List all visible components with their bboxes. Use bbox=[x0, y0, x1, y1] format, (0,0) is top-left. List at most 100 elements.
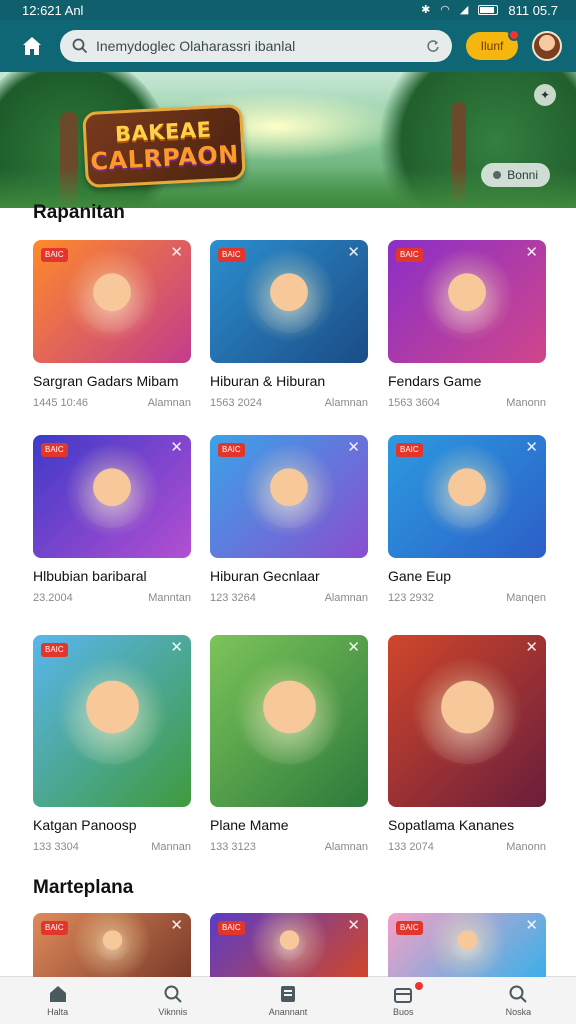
game-author: Manqen bbox=[506, 592, 546, 604]
game-thumbnail[interactable]: BAIC ✕ bbox=[388, 913, 546, 977]
notification-dot bbox=[414, 982, 423, 990]
status-icons: ✱ ◠ ◢ 811 05.7 bbox=[421, 3, 558, 18]
game-character-art bbox=[94, 925, 130, 961]
game-author: Alamnan bbox=[147, 397, 191, 409]
banner-close-icon[interactable]: ✦ bbox=[534, 84, 556, 106]
game-card[interactable]: BAIC ✕ Hiburan Gecnlaar 123 3264 Alamnan bbox=[210, 435, 368, 604]
close-icon[interactable]: ✕ bbox=[347, 245, 360, 260]
game-author: Mannan bbox=[151, 841, 191, 853]
game-card[interactable]: BAIC ✕ bbox=[33, 913, 191, 977]
game-character-art bbox=[78, 459, 146, 528]
game-author: Alamnan bbox=[324, 397, 368, 409]
game-title: Hiburan Gecnlaar bbox=[210, 568, 320, 584]
game-character-art bbox=[433, 459, 501, 528]
close-icon[interactable]: ✕ bbox=[170, 918, 183, 933]
game-logo: BAKEAE CALRPAON bbox=[82, 103, 246, 189]
game-card[interactable]: BAIC ✕ Hiburan & Hiburan 1563 2024 Alamnan bbox=[210, 240, 368, 409]
close-icon[interactable]: ✕ bbox=[525, 918, 538, 933]
close-icon[interactable]: ✕ bbox=[170, 245, 183, 260]
game-card[interactable]: ✕ Sopatlama Kananes 133 2074 Manonn bbox=[388, 635, 546, 853]
game-thumbnail[interactable]: ✕ bbox=[388, 635, 546, 807]
nav-item-search[interactable]: Viknnis bbox=[115, 977, 230, 1024]
game-badge: BAIC bbox=[218, 443, 245, 457]
game-meta: 1563 2024 Alamnan bbox=[210, 397, 368, 409]
game-thumbnail[interactable]: BAIC ✕ bbox=[33, 913, 191, 977]
home-icon bbox=[49, 986, 66, 1002]
status-bar: 12:621 Anl ✱ ◠ ◢ 811 05.7 bbox=[0, 0, 576, 20]
game-title: Sargran Gadars Mibam bbox=[33, 373, 179, 389]
close-icon[interactable]: ✕ bbox=[347, 918, 360, 933]
game-thumbnail[interactable]: BAIC ✕ bbox=[33, 240, 191, 363]
game-meta: 123 3264 Alamnan bbox=[210, 592, 368, 604]
game-character-art bbox=[255, 459, 323, 528]
close-icon[interactable]: ✕ bbox=[170, 440, 183, 455]
game-date: 123 3264 bbox=[210, 592, 256, 604]
nav-label: Viknnis bbox=[158, 1007, 188, 1017]
game-date: 1445 10:46 bbox=[33, 397, 89, 409]
game-title: Katgan Panoosp bbox=[33, 817, 137, 833]
game-character-art bbox=[271, 925, 307, 961]
game-date: 1563 3604 bbox=[388, 397, 440, 409]
game-thumbnail[interactable]: BAIC ✕ bbox=[33, 635, 191, 807]
game-character-art bbox=[433, 264, 501, 333]
game-card[interactable]: BAIC ✕ Sargran Gadars Mibam 1445 10:46 Alamn… bbox=[33, 240, 191, 409]
game-thumbnail[interactable]: BAIC ✕ bbox=[388, 240, 546, 363]
nav-item-wallet[interactable]: Anannant bbox=[230, 977, 345, 1024]
close-icon[interactable]: ✕ bbox=[347, 640, 360, 655]
game-character-art bbox=[419, 669, 515, 765]
close-icon[interactable]: ✕ bbox=[347, 440, 360, 455]
game-author: Manntan bbox=[148, 592, 191, 604]
coin-button[interactable]: Ilunf bbox=[466, 29, 520, 60]
game-card[interactable]: BAIC ✕ Hlbubian baribaral 23.2004 Manntan bbox=[33, 435, 191, 604]
game-thumbnail[interactable]: BAIC ✕ bbox=[210, 913, 368, 977]
game-thumbnail[interactable]: BAIC ✕ bbox=[33, 435, 191, 558]
game-card[interactable]: BAIC ✕ Katgan Panoosp 133 3304 Mannan bbox=[33, 635, 191, 853]
game-badge: BAIC bbox=[41, 921, 68, 935]
refresh-icon[interactable] bbox=[426, 39, 440, 53]
game-title: Plane Mame bbox=[210, 817, 289, 833]
nav-label: Anannant bbox=[268, 1007, 308, 1017]
home-button[interactable] bbox=[18, 32, 46, 60]
app-root: 12:621 Anl ✱ ◠ ◢ 811 05.7 Inemydoglec Ol… bbox=[0, 0, 576, 1024]
game-meta: 133 3123 Alamnan bbox=[210, 841, 368, 853]
game-character-art bbox=[241, 669, 337, 765]
close-icon[interactable]: ✕ bbox=[170, 640, 183, 655]
status-time: 12:621 Anl bbox=[22, 2, 84, 18]
game-meta: 23.2004 Manntan bbox=[33, 592, 191, 604]
game-badge: BAIC bbox=[41, 248, 68, 262]
avatar[interactable] bbox=[532, 31, 562, 61]
home-icon bbox=[23, 37, 41, 55]
info-icon bbox=[493, 171, 502, 179]
coin-label: Ilunf bbox=[480, 39, 504, 53]
game-meta: 1563 3604 Manonn bbox=[388, 397, 546, 409]
nav-item-gift[interactable]: Buos bbox=[346, 977, 461, 1024]
game-card[interactable]: BAIC ✕ bbox=[388, 913, 546, 977]
game-badge: BAIC bbox=[218, 921, 245, 935]
search-icon bbox=[164, 985, 182, 1003]
game-card[interactable]: ✕ Plane Mame 133 3123 Alamnan bbox=[210, 635, 368, 853]
close-icon[interactable]: ✕ bbox=[525, 640, 538, 655]
game-author: Alamnan bbox=[324, 592, 368, 604]
status-right-text: 811 05.7 bbox=[508, 2, 558, 18]
game-card[interactable]: BAIC ✕ Gane Eup 123 2932 Manqen bbox=[388, 435, 546, 604]
game-character-art bbox=[64, 669, 160, 765]
game-author: Manonn bbox=[506, 397, 546, 409]
close-icon[interactable]: ✕ bbox=[525, 440, 538, 455]
game-thumbnail[interactable]: BAIC ✕ bbox=[210, 240, 368, 363]
game-meta: 1445 10:46 Alamnan bbox=[33, 397, 191, 409]
nav-item-search-2[interactable]: Noska bbox=[461, 977, 576, 1024]
game-card[interactable]: BAIC ✕ bbox=[210, 913, 368, 977]
search-input[interactable]: Inemydoglec Olaharassri ibanlal bbox=[96, 38, 418, 54]
game-thumbnail[interactable]: ✕ bbox=[210, 635, 368, 807]
game-badge: BAIC bbox=[396, 921, 423, 935]
game-date: 133 3304 bbox=[33, 841, 79, 853]
game-thumbnail[interactable]: BAIC ✕ bbox=[210, 435, 368, 558]
nav-item-home[interactable]: Halta bbox=[0, 977, 115, 1024]
hero-banner[interactable]: BAKEAE CALRPAON ✦ Bonni bbox=[0, 72, 576, 208]
game-meta: 133 3304 Mannan bbox=[33, 841, 191, 853]
close-icon[interactable]: ✕ bbox=[525, 245, 538, 260]
game-card[interactable]: BAIC ✕ Fendars Game 1563 3604 Manonn bbox=[388, 240, 546, 409]
search-bar[interactable]: Inemydoglec Olaharassri ibanlal bbox=[60, 30, 452, 62]
banner-button[interactable]: Bonni bbox=[481, 163, 550, 187]
game-thumbnail[interactable]: BAIC ✕ bbox=[388, 435, 546, 558]
